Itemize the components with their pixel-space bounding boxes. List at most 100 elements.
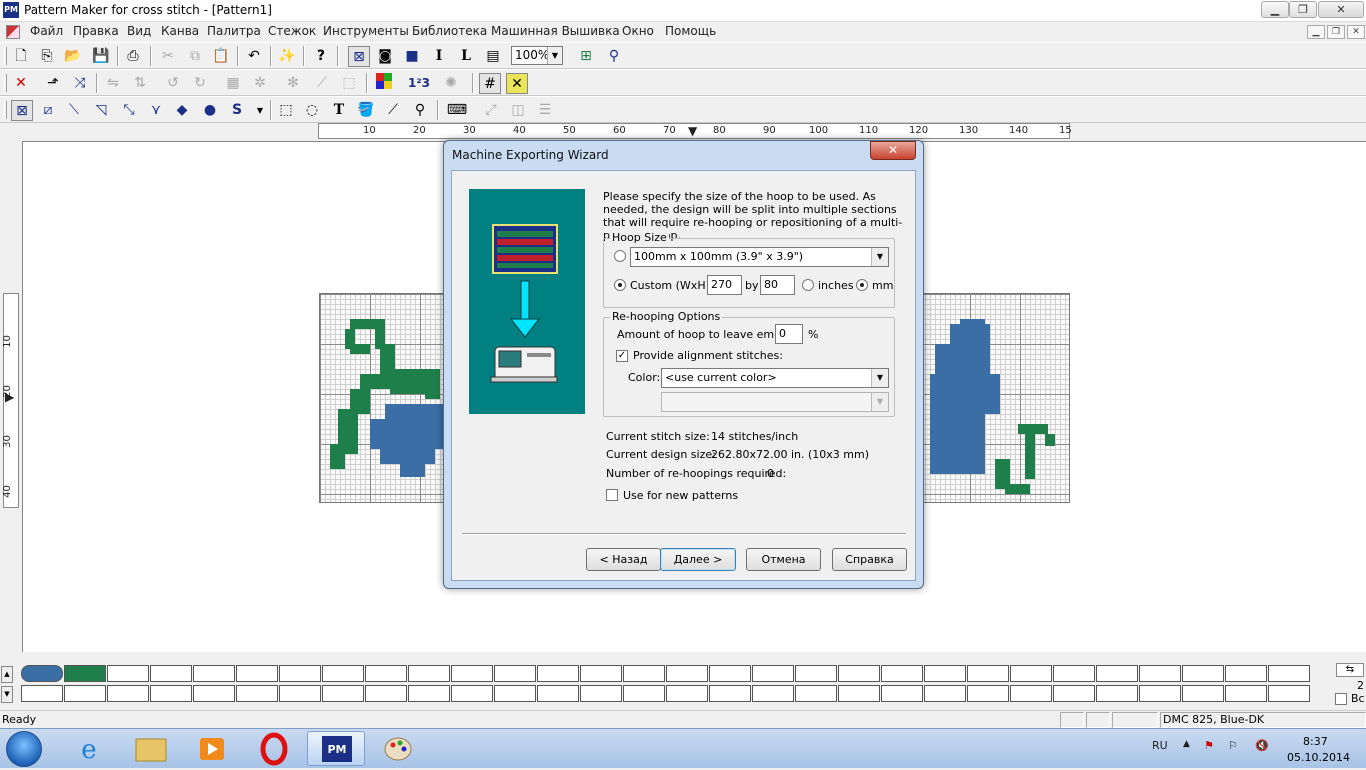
palette-empty-cell[interactable] (623, 685, 665, 702)
palette-empty-cell[interactable] (881, 685, 923, 702)
palette-empty-cell[interactable] (150, 665, 192, 682)
unit-inches-radio[interactable] (802, 279, 814, 291)
hoop-custom-radio[interactable] (614, 279, 626, 291)
chevron-down-icon[interactable]: ▼ (547, 47, 562, 64)
hoop-height-input[interactable]: 80 (760, 275, 795, 295)
palette-colors-icon[interactable] (373, 73, 395, 94)
palette-empty-cell[interactable] (236, 665, 278, 682)
palette-empty-cell[interactable] (666, 685, 708, 702)
split-view-icon[interactable]: ◫ (507, 100, 529, 121)
hoop-width-input[interactable]: 270 (707, 275, 742, 295)
new-file-icon[interactable]: 🗋 (10, 46, 32, 67)
long-stitch-icon[interactable]: ⋎ (145, 100, 167, 121)
chevron-down-icon[interactable]: ▼ (871, 393, 888, 411)
paste-icon[interactable]: 📋 (210, 46, 232, 67)
block-view-icon[interactable]: ■ (401, 46, 423, 67)
zoom-select[interactable]: 100% ▼ (511, 46, 563, 65)
palette-empty-cell[interactable] (580, 665, 622, 682)
palette-empty-cell[interactable] (1053, 665, 1095, 682)
palette-empty-cell[interactable] (408, 665, 450, 682)
cross-stitch-icon[interactable]: ✕ (506, 73, 528, 94)
half-stitch-icon[interactable]: ⟍ (63, 100, 85, 121)
palette-empty-cell[interactable] (752, 665, 794, 682)
palette-empty-cell[interactable] (967, 665, 1009, 682)
language-indicator[interactable]: RU (1152, 739, 1168, 752)
palette-empty-cell[interactable] (408, 685, 450, 702)
palette-empty-cell[interactable] (279, 685, 321, 702)
maximize-button[interactable]: ❐ (1289, 1, 1317, 18)
undo-icon[interactable]: ↶ (243, 46, 265, 67)
palette-empty-cell[interactable] (193, 665, 235, 682)
fit-to-window-icon[interactable]: ⊞ (575, 46, 597, 67)
palette-empty-cell[interactable] (709, 685, 751, 702)
palette-empty-cell[interactable] (537, 685, 579, 702)
help-button[interactable]: Справка (832, 548, 907, 571)
volume-icon[interactable]: 🔇 (1255, 739, 1269, 752)
copy-icon[interactable]: ⧉ (184, 46, 206, 67)
help-question-icon[interactable]: ? (310, 46, 332, 67)
palette-nav-arrows-icon[interactable]: ⇆ (1336, 663, 1364, 677)
frame-icon[interactable]: ⬚ (338, 73, 360, 94)
palette-scroll-down-icon[interactable]: ▼ (1, 686, 13, 703)
palette-empty-cell[interactable] (150, 685, 192, 702)
quarter-stitch-icon[interactable]: ◹ (90, 100, 112, 121)
dialog-close-button[interactable]: ✕ (870, 141, 916, 160)
palette-empty-cell[interactable] (322, 685, 364, 702)
alignment-stitches-checkbox[interactable]: ✓ (616, 350, 628, 362)
use-for-new-patterns-checkbox[interactable] (606, 489, 618, 501)
select-area-icon[interactable]: ✲ (249, 73, 271, 94)
palette-empty-cell[interactable] (451, 665, 493, 682)
palette-empty-cell[interactable] (924, 685, 966, 702)
rotate-right-icon[interactable]: ↻ (189, 73, 211, 94)
palette-empty-cell[interactable] (1053, 685, 1095, 702)
alignment-color-select[interactable]: <use current color> ▼ (661, 368, 889, 388)
palette-empty-cell[interactable] (451, 685, 493, 702)
palette-empty-cell[interactable] (107, 685, 149, 702)
palette-empty-cell[interactable] (1182, 665, 1224, 682)
select-pattern-icon[interactable]: ▦ (222, 73, 244, 94)
bead-icon[interactable]: ● (199, 100, 221, 121)
menu-edit[interactable]: Правка (71, 24, 121, 38)
palette-empty-cell[interactable] (1010, 685, 1052, 702)
internet-explorer-icon[interactable]: e (60, 731, 118, 766)
palette-empty-cell[interactable] (1268, 685, 1310, 702)
action-center-icon[interactable]: ⚐ (1228, 739, 1238, 752)
hoop-empty-input[interactable]: 0 (775, 324, 803, 344)
magnifier-icon[interactable]: ⚲ (409, 100, 431, 121)
palette-empty-cell[interactable] (1225, 685, 1267, 702)
backstitch-filter-icon[interactable]: ⟋ (311, 73, 333, 94)
chevron-down-icon[interactable]: ▼ (871, 248, 888, 266)
print-icon[interactable]: ⎙ (122, 46, 144, 67)
symbol-view-icon[interactable]: ◙ (374, 46, 396, 67)
french-knot-icon[interactable]: ◆ (171, 100, 193, 121)
palette-empty-cell[interactable] (1225, 665, 1267, 682)
menu-view[interactable]: Вид (125, 24, 153, 38)
text-l-icon[interactable]: L (455, 46, 477, 67)
palette-swatch-blue[interactable] (21, 665, 63, 682)
palette-empty-cell[interactable] (537, 665, 579, 682)
palette-empty-cell[interactable] (838, 685, 880, 702)
secondary-color-select[interactable]: ▼ (661, 392, 889, 412)
palette-empty-cell[interactable] (193, 685, 235, 702)
palette-empty-cell[interactable] (1096, 685, 1138, 702)
palette-empty-cell[interactable] (623, 665, 665, 682)
hoop-preset-select[interactable]: 100mm x 100mm (3.9" x 3.9") ▼ (630, 247, 889, 267)
delete-icon[interactable]: ✕ (10, 73, 32, 94)
palette-empty-cell[interactable] (924, 665, 966, 682)
palette-empty-cell[interactable] (1096, 665, 1138, 682)
numbering-icon[interactable]: 1²3 (408, 73, 430, 94)
backstitch-icon[interactable]: ⤡ (118, 100, 140, 121)
unit-mm-radio[interactable] (856, 279, 868, 291)
palette-empty-cell[interactable] (1182, 685, 1224, 702)
toolbar-grip[interactable] (4, 101, 7, 119)
palette-empty-cell[interactable] (795, 685, 837, 702)
document-icon[interactable] (6, 25, 20, 39)
palette-empty-cell[interactable] (752, 685, 794, 702)
cancel-button[interactable]: Отмена (746, 548, 821, 571)
menu-library[interactable]: Библиотека (410, 24, 489, 38)
flip-vertical-icon[interactable]: ⇅ (129, 73, 151, 94)
palette-empty-cell[interactable] (107, 665, 149, 682)
special-stitch-icon[interactable]: S (226, 100, 248, 121)
rectangle-select-icon[interactable]: ⬚ (275, 100, 297, 121)
palette-empty-cell[interactable] (1268, 665, 1310, 682)
